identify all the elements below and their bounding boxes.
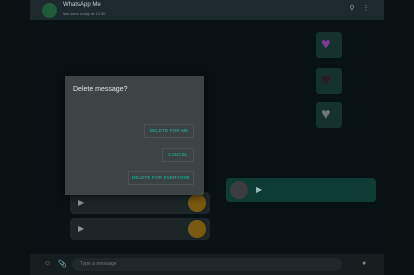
sender-avatar — [188, 194, 206, 212]
play-icon[interactable]: ▶ — [78, 224, 84, 233]
search-icon[interactable]: ⚲ — [348, 5, 356, 13]
voice-message-incoming[interactable]: ▶ — [70, 218, 210, 240]
play-icon[interactable]: ▶ — [256, 185, 262, 194]
dialog-title: Delete message? — [73, 86, 128, 93]
chat-header: WhatsApp Me last seen today at 12:50 ⚲ ⋮ — [30, 0, 384, 20]
mic-icon[interactable]: ● — [362, 260, 366, 267]
attach-icon[interactable]: 📎 — [58, 260, 67, 268]
contact-name[interactable]: WhatsApp Me — [63, 2, 101, 8]
play-icon[interactable]: ▶ — [78, 198, 84, 207]
sticker-message[interactable]: ♥ — [316, 102, 342, 128]
message-input[interactable]: Type a message — [72, 258, 342, 271]
delete-for-everyone-button[interactable]: DELETE FOR EVERYONE — [128, 171, 194, 185]
white-heart-icon: ♥ — [321, 106, 331, 123]
emoji-icon[interactable]: ☺ — [44, 260, 51, 267]
contact-status: last seen today at 12:50 — [63, 11, 106, 16]
menu-icon[interactable]: ⋮ — [362, 5, 370, 13]
purple-heart-icon: ♥ — [321, 36, 331, 53]
delete-message-dialog: Delete message? DELETE FOR ME CANCEL DEL… — [65, 76, 204, 195]
cancel-button[interactable]: CANCEL — [162, 148, 194, 162]
sticker-message[interactable]: ♥ — [316, 32, 342, 58]
sticker-message[interactable]: ♥ — [316, 68, 342, 94]
sender-avatar — [230, 181, 248, 199]
sender-avatar — [188, 220, 206, 238]
delete-for-me-button[interactable]: DELETE FOR ME — [144, 124, 194, 138]
voice-message-outgoing[interactable]: ▶ — [226, 178, 376, 202]
voice-message-incoming[interactable]: ▶ — [70, 192, 210, 214]
black-heart-icon: ♥ — [321, 72, 331, 89]
message-input-bar: ☺ 📎 Type a message ● — [30, 254, 384, 275]
contact-avatar[interactable] — [42, 3, 57, 18]
